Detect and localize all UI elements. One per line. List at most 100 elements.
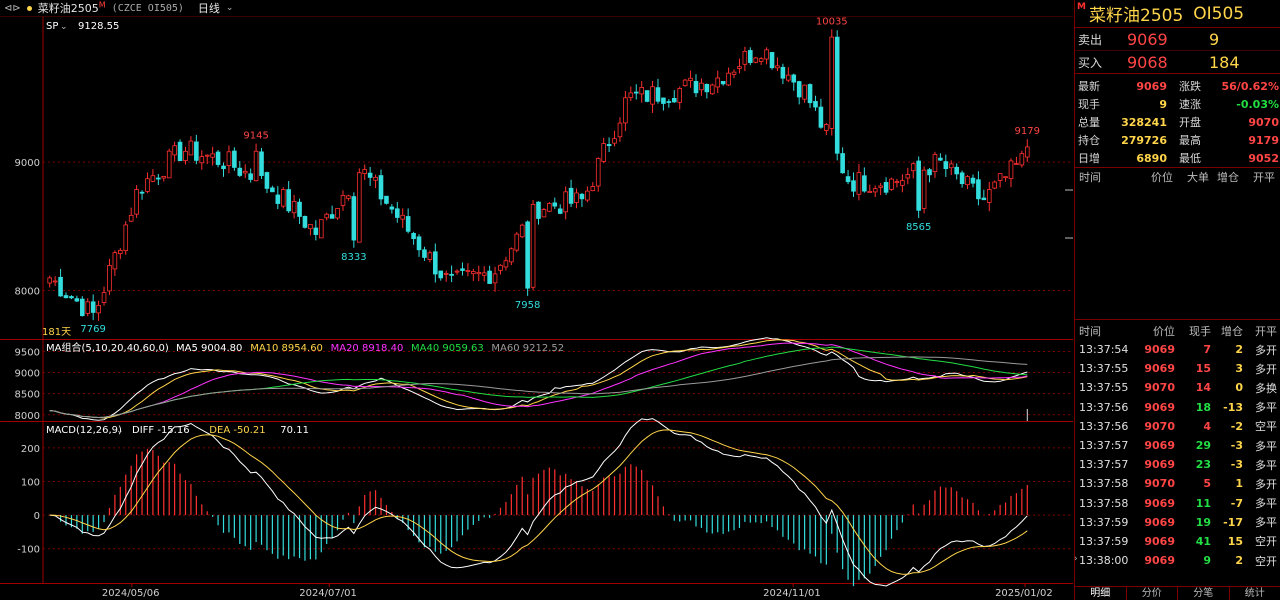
tick-price: 9069	[1144, 496, 1175, 510]
chart-toolbar: ⊲⊳ 菜籽油2505M (CZCE OI505) 日线 ⌄	[0, 0, 1073, 17]
candle-body	[161, 176, 167, 179]
tick-row[interactable]: 13:37:55 9069 15 3 多开	[1075, 359, 1280, 378]
chart-area[interactable]: 9000800095009000850080002001000-100SP ⌄ 91…	[0, 17, 1073, 600]
tab-statistics[interactable]: 统计	[1230, 587, 1280, 600]
nav-arrows-icon[interactable]: ⊲⊳	[4, 3, 21, 14]
tick-time: 13:37:59	[1079, 515, 1129, 529]
candle-body	[704, 83, 710, 93]
macd-panel-title: MACD(12,26,9)	[46, 425, 122, 436]
tick-row[interactable]: 13:37:54 9069 7 2 多开	[1075, 340, 1280, 359]
stat-value: 9	[1159, 97, 1167, 111]
x-axis-label: 2024/07/01	[299, 588, 357, 599]
ask-row[interactable]: 卖出 9069 9	[1075, 28, 1280, 51]
tick-row[interactable]: 13:38:00 9069 9 2 空开	[1075, 551, 1280, 570]
price-extreme-label: 9179	[1015, 126, 1040, 137]
tick-rows[interactable]: 13:37:54 9069 7 2 多开 13:37:55 9069 15 3 多开 13:37:5…	[1074, 340, 1280, 570]
candle-body	[824, 124, 829, 131]
stat-value: 9052	[1248, 151, 1279, 165]
instrument-selector[interactable]: 菜籽油2505M	[38, 0, 106, 16]
candle-body	[688, 77, 693, 81]
candle-body	[921, 169, 927, 209]
candle-body	[443, 273, 449, 275]
candle-body	[275, 194, 281, 204]
tick-row[interactable]: 13:37:57 9069 23 -3 多平	[1075, 455, 1280, 474]
price-extreme-label: 10035	[816, 17, 848, 27]
chevron-down-icon[interactable]: ⌄	[226, 3, 234, 13]
tick-type: 多开	[1255, 343, 1277, 357]
candle-body	[183, 150, 188, 161]
tab-detail[interactable]: 明细	[1075, 587, 1127, 600]
tick-row[interactable]: 13:37:56 9070 4 -2 空平	[1075, 417, 1280, 436]
candle-body	[80, 298, 85, 317]
period-selector[interactable]: 日线	[198, 0, 220, 16]
ma-axis-label: 8500	[15, 390, 40, 401]
tab-price-split[interactable]: 分价	[1127, 587, 1178, 600]
candle-body	[107, 265, 112, 292]
tick-row[interactable]: 13:37:57 9069 29 -3 多平	[1075, 436, 1280, 455]
big-orders-header: 时间 价位 大单 增仓 开平	[1075, 168, 1280, 186]
tick-time: 13:37:59	[1079, 534, 1129, 548]
candle-body	[682, 79, 688, 87]
tick-oi-change: 1	[1235, 477, 1243, 491]
candle-body	[900, 180, 905, 186]
candle-body	[498, 264, 503, 271]
ma-legend-item: MA20 8918.40	[331, 343, 404, 354]
candle-body	[378, 175, 384, 200]
tick-row[interactable]: 13:37:59 9069 41 15 空开	[1075, 532, 1280, 551]
candle-body	[617, 122, 623, 138]
candle-body	[541, 209, 547, 218]
candle-body	[232, 150, 237, 168]
candle-body	[748, 50, 753, 63]
candle-body	[514, 233, 520, 251]
chevron-down-icon: ⌄	[116, 426, 124, 436]
stat-label: 最高	[1179, 134, 1201, 147]
candle-body	[840, 153, 845, 174]
tick-row[interactable]: 13:37:59 9069 19 -17 多平	[1075, 513, 1280, 532]
tick-type: 多开	[1255, 362, 1277, 376]
candle-body	[970, 177, 976, 184]
tick-volume: 11	[1195, 496, 1211, 510]
tick-row[interactable]: 13:37:55 9070 14 0 多换	[1075, 378, 1280, 397]
candle-body	[58, 276, 63, 297]
tab-ticks[interactable]: 分笔	[1178, 587, 1230, 600]
bid-label: 买入	[1078, 55, 1103, 70]
candle-body	[813, 101, 818, 108]
candle-body	[384, 195, 389, 204]
bid-row[interactable]: 买入 9068 184	[1075, 51, 1280, 74]
candle-body	[997, 173, 1003, 181]
tick-price: 9069	[1144, 554, 1175, 568]
tick-row[interactable]: 13:37:58 9069 11 -7 多平	[1075, 494, 1280, 513]
candle-body	[769, 52, 775, 69]
tick-oi-change: -13	[1223, 400, 1243, 414]
stat-label: 最低	[1179, 152, 1201, 165]
macd-legend-item: DEA -50.21	[209, 425, 265, 436]
candle-body	[318, 219, 324, 239]
tick-row[interactable]: 13:37:56 9069 18 -13 多平	[1075, 398, 1280, 417]
x-axis-label: 2024/11/01	[763, 588, 821, 599]
candle-body	[286, 189, 291, 212]
tick-price: 9069	[1144, 362, 1175, 376]
candle-body	[356, 172, 362, 243]
candle-body	[329, 214, 335, 219]
stat-row: 日增 6890 最低 9052	[1075, 149, 1280, 167]
tick-volume: 41	[1195, 534, 1211, 548]
macd-legend-item: 70.11	[280, 425, 309, 436]
tick-price: 9069	[1144, 439, 1175, 453]
tick-time: 13:37:54	[1079, 343, 1129, 357]
candle-body	[134, 189, 139, 215]
candle-body	[601, 143, 606, 162]
tick-row[interactable]: 13:37:58 9070 5 1 多开	[1075, 474, 1280, 493]
candle-body	[90, 301, 96, 313]
candle-body	[101, 292, 107, 303]
tick-volume: 5	[1203, 477, 1211, 491]
price-panel-label: SP	[46, 21, 58, 32]
candle-body	[867, 190, 873, 193]
stat-row: 现手 9 速涨 -0.03%	[1075, 95, 1280, 113]
candle-body	[1024, 146, 1030, 158]
candle-body	[552, 202, 558, 207]
col-time: 时间	[1079, 171, 1101, 184]
col-open-close: 开平	[1253, 171, 1275, 184]
candle-body	[194, 141, 199, 161]
tick-oi-change: -3	[1230, 458, 1243, 472]
stat-row: 总量 328241 开盘 9070	[1075, 113, 1280, 131]
